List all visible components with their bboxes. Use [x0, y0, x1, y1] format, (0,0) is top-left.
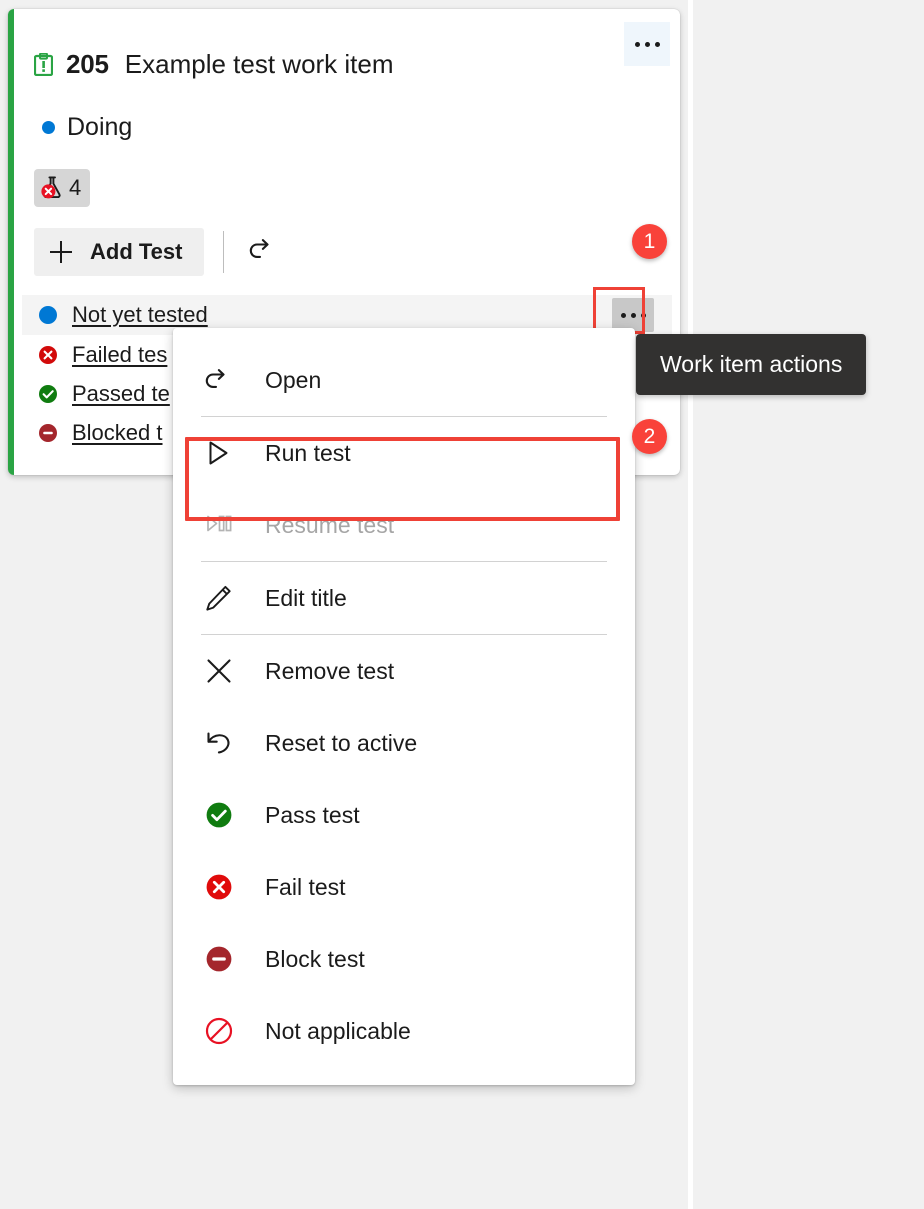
work-item-actions-tooltip: Work item actions: [636, 334, 867, 395]
open-arrow-icon: [204, 363, 238, 397]
menu-item-label: Fail test: [265, 873, 346, 900]
fail-circle-icon: [37, 344, 59, 366]
menu-item-edit-title[interactable]: Edit title: [173, 562, 635, 634]
open-test-plan-button[interactable]: [246, 235, 280, 269]
tooltip-text: Work item actions: [660, 351, 843, 377]
add-test-button[interactable]: Add Test: [34, 228, 205, 276]
state-dot-icon: [42, 121, 55, 134]
menu-item-label: Block test: [265, 945, 365, 972]
ellipsis-icon: [620, 312, 626, 318]
test-toolbar: Add Test: [34, 228, 280, 276]
blue-circle-icon: [37, 304, 59, 326]
work-item-title-row: 205 Example test work item: [33, 49, 394, 80]
test-row-actions-button[interactable]: [612, 298, 654, 332]
ellipsis-icon: [644, 41, 650, 47]
undo-arrow-icon: [204, 726, 238, 760]
menu-item-label: Not applicable: [265, 1017, 411, 1044]
test-name-link[interactable]: Failed tes: [72, 342, 167, 368]
pass-circle-icon: [204, 798, 238, 832]
not-allowed-icon: [204, 1014, 238, 1048]
test-context-menu: Open Run test Resume test Edit title Rem…: [173, 328, 635, 1085]
menu-item-label: Open: [265, 366, 322, 393]
work-item-title: Example test work item: [124, 49, 394, 79]
toolbar-separator: [223, 231, 225, 273]
menu-item-pass-test[interactable]: Pass test: [173, 779, 635, 851]
test-counter-value: 4: [69, 175, 82, 200]
ellipsis-icon: [630, 312, 636, 318]
menu-item-label: Edit title: [265, 584, 347, 611]
play-icon: [204, 436, 238, 470]
menu-item-label: Run test: [265, 439, 351, 466]
menu-item-label: Reset to active: [265, 729, 418, 756]
ellipsis-icon: [654, 41, 660, 47]
menu-item-not-applicable[interactable]: Not applicable: [173, 995, 635, 1067]
pass-circle-icon: [37, 383, 59, 405]
work-item-id: 205: [66, 49, 109, 79]
callout-badge-1: 1: [632, 224, 667, 259]
menu-item-open[interactable]: Open: [173, 344, 635, 416]
open-arrow-icon: [248, 235, 278, 270]
test-name-link[interactable]: Blocked t: [72, 420, 163, 446]
card-actions-button[interactable]: [624, 22, 670, 66]
plus-icon: [50, 241, 72, 263]
test-name-link[interactable]: Passed te: [72, 381, 170, 407]
ellipsis-icon: [640, 312, 646, 318]
menu-item-label: Pass test: [265, 801, 360, 828]
board-right-pane: [693, 0, 924, 1209]
card-accent-bar: [8, 9, 14, 475]
state-label: Doing: [67, 113, 133, 141]
test-name-link[interactable]: Not yet tested: [72, 302, 208, 328]
callout-badge-2: 2: [632, 419, 667, 454]
menu-item-fail-test[interactable]: Fail test: [173, 851, 635, 923]
test-counter-pill[interactable]: 4: [34, 169, 90, 207]
ellipsis-icon: [634, 41, 640, 47]
menu-item-label: Resume test: [265, 511, 395, 538]
add-test-label: Add Test: [90, 239, 183, 264]
play-pause-icon: [204, 508, 238, 542]
menu-item-label: Remove test: [265, 657, 395, 684]
work-item-state: Doing: [42, 113, 132, 142]
block-circle-icon: [37, 422, 59, 444]
fail-circle-icon: [204, 870, 238, 904]
task-clipboard-icon: [33, 52, 54, 77]
menu-item-run-test[interactable]: Run test: [173, 417, 635, 489]
menu-item-remove-test[interactable]: Remove test: [173, 635, 635, 707]
close-x-icon: [204, 654, 238, 688]
menu-item-reset-to-active[interactable]: Reset to active: [173, 707, 635, 779]
block-circle-icon: [204, 942, 238, 976]
failed-beaker-icon: [39, 175, 65, 201]
pencil-icon: [204, 581, 238, 615]
menu-item-block-test[interactable]: Block test: [173, 923, 635, 995]
menu-item-resume-test: Resume test: [173, 489, 635, 561]
